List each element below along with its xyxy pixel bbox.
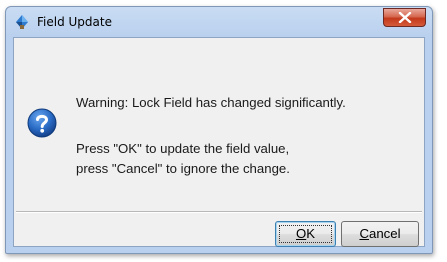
question-icon xyxy=(27,108,57,138)
field-update-dialog: Field Update Warning: Lock Field has cha… xyxy=(5,6,433,254)
ok-mnemonic: O xyxy=(295,226,307,241)
cancel-button[interactable]: Cancel xyxy=(341,221,419,247)
instruction-line-cancel: press "Cancel" to ignore the change. xyxy=(76,161,290,176)
warning-message: Warning: Lock Field has changed signific… xyxy=(76,95,346,110)
cancel-label-rest: ancel xyxy=(369,226,401,241)
close-x-icon xyxy=(398,12,412,23)
button-separator xyxy=(16,211,422,213)
dialog-body: Warning: Lock Field has changed signific… xyxy=(13,37,425,247)
window-title: Field Update xyxy=(37,15,112,29)
close-button[interactable] xyxy=(383,8,426,27)
ok-label-rest: K xyxy=(306,226,316,241)
ok-button[interactable]: OK xyxy=(275,221,336,247)
instruction-line-ok: Press "OK" to update the field value, xyxy=(76,141,290,156)
cancel-mnemonic: C xyxy=(359,226,369,241)
app-icon xyxy=(16,15,28,29)
title-bar[interactable]: Field Update xyxy=(6,7,432,37)
